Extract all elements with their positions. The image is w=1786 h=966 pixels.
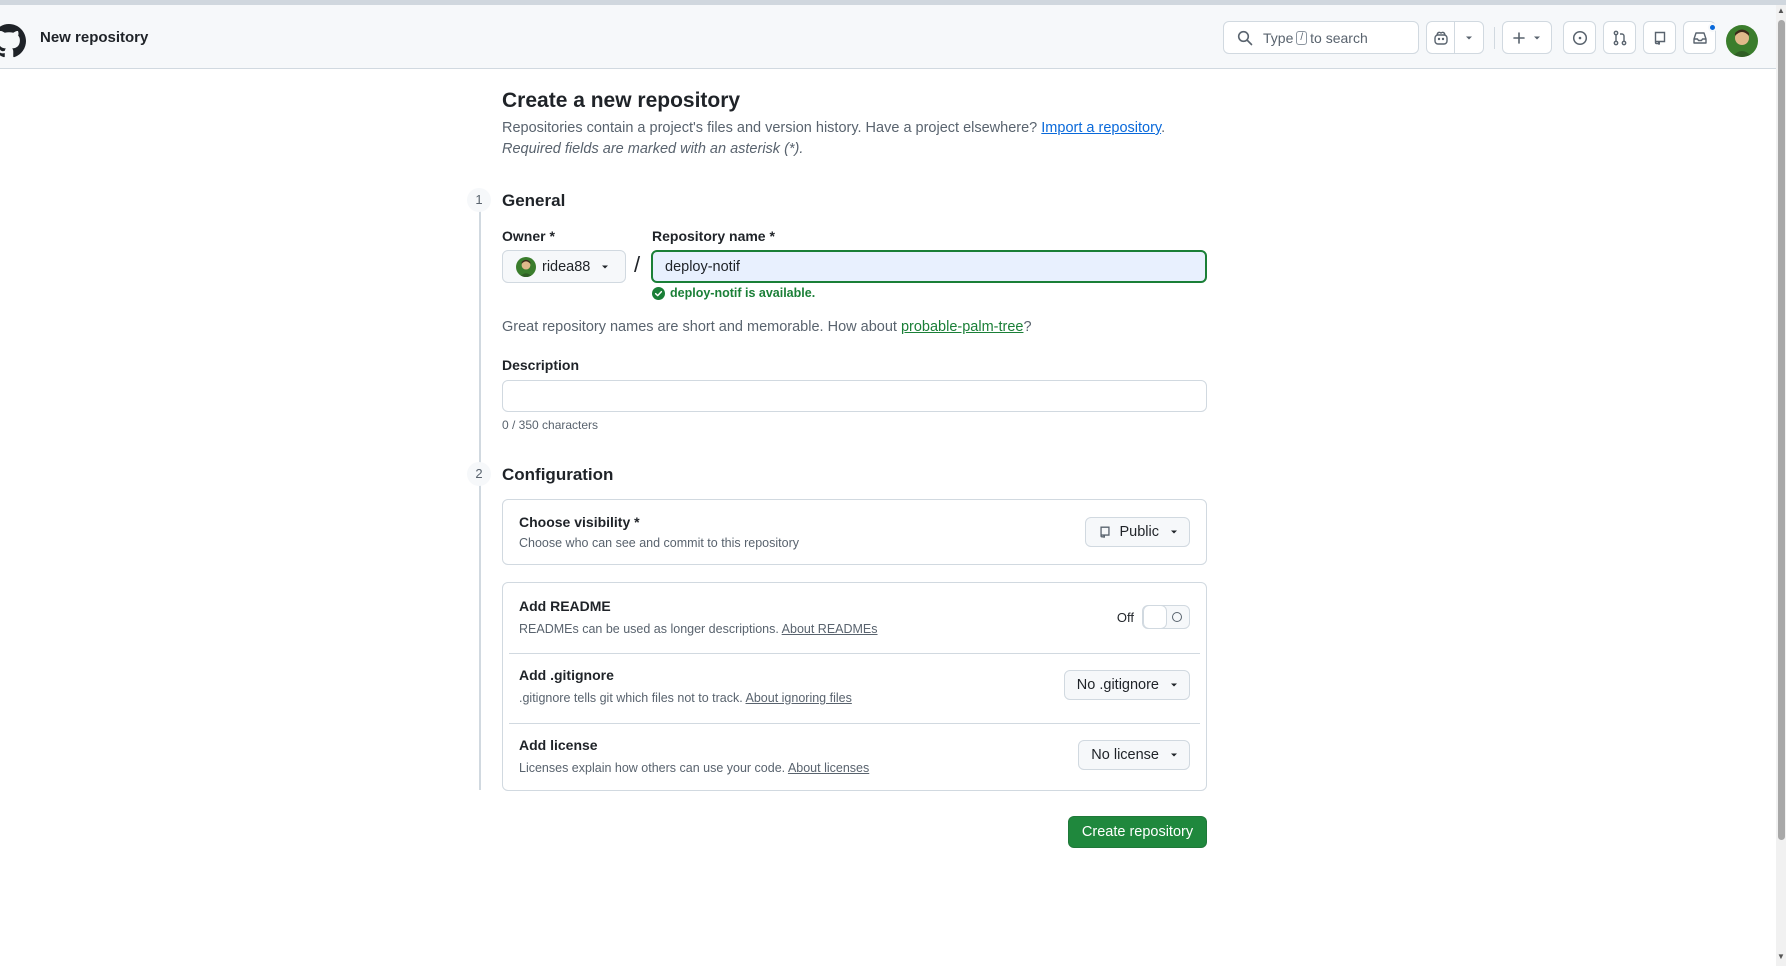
gitignore-description: .gitignore tells git which files not to … — [519, 691, 852, 705]
step-number-general: 1 — [467, 188, 491, 212]
copilot-icon — [1433, 31, 1448, 45]
visibility-description: Choose who can see and commit to this re… — [519, 536, 799, 550]
scroll-up-arrow-icon[interactable]: ▲ — [1776, 6, 1786, 15]
readme-toggle-group: Off — [1117, 605, 1190, 629]
description-char-count: 0 / 350 characters — [502, 418, 599, 432]
chevron-down-icon — [1171, 683, 1177, 687]
repositories-button[interactable] — [1643, 21, 1676, 54]
repository-name-input[interactable] — [651, 250, 1207, 283]
owner-select[interactable]: ridea88 — [502, 250, 626, 283]
search-icon — [1237, 30, 1253, 45]
chevron-down-icon — [1171, 753, 1177, 757]
about-licenses-link[interactable]: About licenses — [788, 761, 869, 775]
section-title-general: General — [502, 191, 566, 210]
import-repository-link[interactable]: Import a repository — [1041, 120, 1161, 136]
gitignore-desc-text: .gitignore tells git which files not to … — [519, 691, 743, 705]
avatar-image-icon — [1726, 25, 1758, 57]
scroll-down-arrow-icon[interactable]: ▼ — [1776, 952, 1786, 961]
owner-avatar — [516, 256, 536, 277]
section-title-configuration: Configuration — [502, 465, 614, 484]
license-desc-text: Licenses explain how others can use your… — [519, 761, 786, 775]
repo-icon — [1654, 31, 1665, 45]
readme-toggle[interactable] — [1142, 605, 1190, 629]
intro-period: . — [1161, 120, 1166, 136]
owner-value: ridea88 — [542, 258, 591, 275]
visibility-box: Choose visibility * Choose who can see a… — [502, 499, 1207, 565]
header-divider — [1494, 27, 1495, 49]
description-input[interactable] — [502, 380, 1207, 412]
pull-request-icon — [1613, 30, 1626, 45]
options-divider — [509, 653, 1200, 654]
visibility-select[interactable]: Public — [1084, 517, 1190, 547]
chevron-down-icon — [1466, 36, 1472, 39]
repo-icon — [1099, 526, 1110, 539]
owner-name-separator: / — [634, 252, 641, 277]
chevron-down-icon — [1534, 36, 1540, 39]
search-input[interactable]: Type / to search — [1223, 21, 1419, 54]
page-title: Create a new repository — [502, 89, 741, 112]
create-new-button[interactable] — [1502, 21, 1552, 54]
required-note: Required fields are marked with an aster… — [502, 141, 804, 157]
repository-options-box: Add README READMEs can be used as longer… — [502, 582, 1207, 791]
search-shortcut-key: / — [1296, 30, 1308, 45]
readme-description: READMEs can be used as longer descriptio… — [519, 622, 878, 636]
license-select[interactable]: No license — [1078, 740, 1190, 770]
about-ignoring-files-link[interactable]: About ignoring files — [746, 691, 852, 705]
copilot-menu-button[interactable] — [1455, 22, 1483, 53]
intro-text: Repositories contain a project's files a… — [502, 120, 1038, 136]
toggle-knob — [1143, 605, 1167, 629]
availability-text: deploy-notif is available. — [670, 286, 816, 300]
step-rail — [479, 210, 481, 790]
search-prefix: Type — [1263, 29, 1294, 46]
issue-icon — [1572, 30, 1587, 45]
license-value: No license — [1091, 747, 1159, 763]
license-title: Add license — [519, 737, 598, 753]
copilot-button[interactable] — [1427, 22, 1456, 53]
owner-label: Owner * — [502, 228, 555, 244]
options-divider — [509, 723, 1200, 724]
plus-icon — [1513, 31, 1525, 44]
about-readmes-link[interactable]: About READMEs — [782, 622, 878, 636]
copilot-button-group — [1426, 21, 1484, 54]
repository-name-label: Repository name * — [652, 228, 775, 244]
avatar-image-icon — [516, 256, 536, 277]
name-suggestion: Great repository names are short and mem… — [502, 319, 1032, 335]
description-label: Description — [502, 357, 580, 373]
suggestion-suffix: ? — [1023, 319, 1032, 335]
visibility-title: Choose visibility * — [519, 514, 640, 530]
chevron-down-icon — [1171, 530, 1177, 534]
context-title: New repository — [40, 29, 149, 46]
readme-desc-text: READMEs can be used as longer descriptio… — [519, 622, 779, 636]
notification-indicator — [1708, 23, 1717, 32]
check-circle-icon — [652, 286, 665, 300]
page-intro: Repositories contain a project's files a… — [502, 118, 1222, 160]
search-suffix: to search — [1310, 29, 1368, 46]
chevron-down-icon — [602, 265, 609, 268]
pull-requests-button[interactable] — [1603, 21, 1636, 54]
gitignore-select[interactable]: No .gitignore — [1063, 670, 1190, 700]
inbox-icon — [1692, 31, 1707, 44]
readme-title: Add README — [519, 598, 611, 614]
suggested-name-link[interactable]: probable-palm-tree — [901, 319, 1024, 335]
visibility-value: Public — [1119, 524, 1160, 540]
step-number-configuration: 2 — [467, 462, 491, 486]
create-repository-button[interactable]: Create repository — [1068, 816, 1207, 848]
github-logo-icon[interactable] — [0, 24, 26, 58]
license-description: Licenses explain how others can use your… — [519, 761, 869, 775]
user-avatar[interactable] — [1726, 25, 1758, 57]
global-header: New repository Type / to search — [0, 5, 1776, 69]
availability-message: deploy-notif is available. — [652, 286, 815, 300]
readme-toggle-label: Off — [1116, 609, 1134, 625]
scrollbar-thumb[interactable] — [1778, 20, 1785, 840]
suggestion-prefix: Great repository names are short and mem… — [502, 319, 897, 335]
gitignore-title: Add .gitignore — [519, 667, 614, 683]
issues-button[interactable] — [1563, 21, 1596, 54]
gitignore-value: No .gitignore — [1076, 677, 1159, 693]
toggle-off-icon — [1172, 612, 1182, 622]
